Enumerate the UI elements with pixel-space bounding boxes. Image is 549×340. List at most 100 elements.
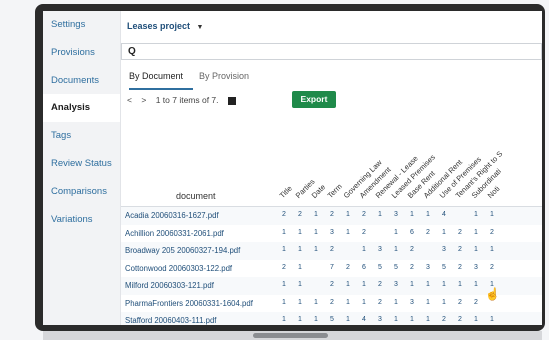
table-row[interactable]: Acadia 20060316-1627.pdf 2 2 1 2 1 2 1 3 1 1 4 1 1	[121, 207, 542, 225]
count-cell[interactable]: 1	[308, 299, 324, 306]
count-cell[interactable]: 2	[452, 299, 468, 306]
count-cell[interactable]: 1	[292, 316, 308, 323]
count-cell[interactable]: 3	[388, 211, 404, 218]
count-cell[interactable]: 5	[388, 264, 404, 271]
count-cell[interactable]: 2	[452, 264, 468, 271]
table-row[interactable]: Milford 20060303-121.pdf 1 1 2 1 1 2 3 1 1 1 1 1 1	[121, 277, 542, 295]
count-cell[interactable]: 2	[468, 299, 484, 306]
count-cell[interactable]: 5	[372, 264, 388, 271]
count-cell[interactable]: 1	[484, 246, 500, 253]
count-cell[interactable]: 1	[452, 281, 468, 288]
count-cell[interactable]: 2	[452, 316, 468, 323]
count-cell[interactable]: 1	[468, 281, 484, 288]
sidebar-item-analysis[interactable]: Analysis	[43, 94, 120, 123]
chevron-down-icon[interactable]: ▼	[197, 24, 204, 31]
count-cell[interactable]: 1	[420, 299, 436, 306]
count-cell[interactable]: 1	[340, 211, 356, 218]
count-cell[interactable]: 4	[436, 211, 452, 218]
count-cell[interactable]: 3	[468, 264, 484, 271]
count-cell[interactable]: 1	[436, 299, 452, 306]
count-cell[interactable]: 3	[420, 264, 436, 271]
count-cell[interactable]: 6	[404, 229, 420, 236]
count-cell[interactable]: 1	[340, 281, 356, 288]
count-cell[interactable]: 3	[324, 229, 340, 236]
document-link[interactable]: Achillion 20060331-2061.pdf	[125, 229, 224, 238]
sidebar-item-review-status[interactable]: Review Status	[43, 150, 120, 178]
count-cell[interactable]: 1	[276, 299, 292, 306]
document-link[interactable]: PharmaFrontiers 20060331-1604.pdf	[125, 299, 253, 308]
table-row[interactable]: Cottonwood 20060303-122.pdf 2 1 7 2 6 5 5 2 3 5 2 3 2	[121, 260, 542, 278]
count-cell[interactable]: 1	[292, 229, 308, 236]
count-cell[interactable]: 6	[356, 264, 372, 271]
scrollbar-thumb[interactable]	[253, 333, 328, 338]
count-cell[interactable]: 2	[372, 299, 388, 306]
count-cell[interactable]: 1	[468, 229, 484, 236]
count-cell[interactable]: 1	[292, 299, 308, 306]
table-row[interactable]: Stafford 20060403-111.pdf 1 1 1 5 1 4 3 1 1 1 2 2 1 1	[121, 312, 542, 325]
tab-by-provision[interactable]: By Provision	[199, 71, 249, 81]
count-cell[interactable]: 1	[404, 281, 420, 288]
count-cell[interactable]: 1	[308, 246, 324, 253]
count-cell[interactable]: 2	[324, 281, 340, 288]
document-link[interactable]: Milford 20060303-121.pdf	[125, 281, 214, 290]
count-cell[interactable]: 1	[292, 246, 308, 253]
count-cell[interactable]: 1	[388, 246, 404, 253]
count-cell[interactable]: 2	[276, 211, 292, 218]
count-cell[interactable]: 2	[404, 246, 420, 253]
sidebar-item-provisions[interactable]: Provisions	[43, 39, 120, 67]
column-header[interactable]: Title	[278, 184, 294, 200]
count-cell[interactable]: 1	[340, 316, 356, 323]
count-cell[interactable]: 4	[356, 316, 372, 323]
count-cell[interactable]: 1	[308, 229, 324, 236]
next-page-button[interactable]: >	[141, 95, 146, 105]
count-cell[interactable]: 7	[324, 264, 340, 271]
count-cell[interactable]: 1	[484, 211, 500, 218]
count-cell[interactable]: 1	[292, 281, 308, 288]
count-cell[interactable]: 1	[420, 281, 436, 288]
count-cell[interactable]: 1	[436, 229, 452, 236]
count-cell[interactable]: 3	[372, 316, 388, 323]
sidebar-item-documents[interactable]: Documents	[43, 67, 120, 95]
count-cell[interactable]: 2	[420, 229, 436, 236]
count-cell[interactable]: 1	[356, 299, 372, 306]
count-cell[interactable]: 2	[372, 281, 388, 288]
count-cell[interactable]: 1	[340, 299, 356, 306]
count-cell[interactable]: 1	[388, 229, 404, 236]
table-row[interactable]: PharmaFrontiers 20060331-1604.pdf 1 1 1 2 1 1 2…	[121, 295, 542, 313]
count-cell[interactable]: 2	[324, 211, 340, 218]
count-cell[interactable]: 2	[484, 229, 500, 236]
count-cell[interactable]: 1	[436, 281, 452, 288]
count-cell[interactable]: 2	[324, 246, 340, 253]
export-icon[interactable]	[227, 96, 236, 105]
count-cell[interactable]: 1	[404, 316, 420, 323]
document-link[interactable]: Acadia 20060316-1627.pdf	[125, 211, 219, 220]
count-cell[interactable]: 2	[340, 264, 356, 271]
count-cell[interactable]: 1	[388, 316, 404, 323]
sidebar-item-comparisons[interactable]: Comparisons	[43, 178, 120, 206]
export-button[interactable]: Export	[292, 91, 336, 108]
count-cell[interactable]: 3	[388, 281, 404, 288]
document-link[interactable]: Broadway 205 20060327-194.pdf	[125, 246, 240, 255]
table-row[interactable]: Achillion 20060331-2061.pdf 1 1 1 3 1 2 1 6 2 1 2 1 2	[121, 225, 542, 243]
count-cell[interactable]: 2	[276, 264, 292, 271]
count-cell[interactable]: 1	[308, 316, 324, 323]
count-cell[interactable]: 1	[420, 211, 436, 218]
sidebar-item-settings[interactable]: Settings	[43, 11, 120, 39]
count-cell[interactable]: 1	[404, 211, 420, 218]
prev-page-button[interactable]: <	[127, 95, 132, 105]
count-cell[interactable]: 1	[292, 264, 308, 271]
count-cell[interactable]: 5	[436, 264, 452, 271]
horizontal-scrollbar[interactable]	[43, 331, 542, 340]
count-cell[interactable]: 1	[340, 229, 356, 236]
count-cell[interactable]: 1	[484, 316, 500, 323]
count-cell[interactable]: 1	[372, 211, 388, 218]
sidebar-item-tags[interactable]: Tags	[43, 122, 120, 150]
count-cell[interactable]: 2	[356, 211, 372, 218]
count-cell[interactable]: 2	[436, 316, 452, 323]
column-header[interactable]: Term	[326, 182, 344, 200]
count-cell[interactable]: 1	[468, 211, 484, 218]
count-cell[interactable]: 1	[468, 316, 484, 323]
table-row[interactable]: Broadway 205 20060327-194.pdf 1 1 1 2 1 3 1 2 3 2 1…	[121, 242, 542, 260]
count-cell[interactable]: 1	[308, 211, 324, 218]
count-cell[interactable]: 1	[276, 316, 292, 323]
